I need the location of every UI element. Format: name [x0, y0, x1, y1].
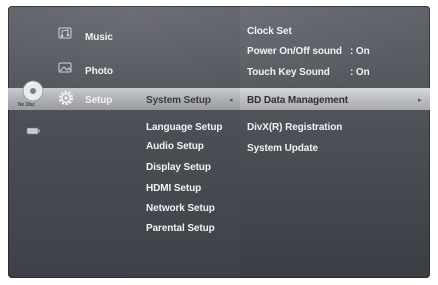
divx-registration-item[interactable]: DivX(R) Registration: [247, 122, 342, 133]
menu-item-music[interactable]: Music: [85, 32, 113, 43]
submenu-parental-setup[interactable]: Parental Setup: [146, 223, 215, 234]
submenu-system-setup[interactable]: System Setup: [146, 95, 211, 106]
system-update-item[interactable]: System Update: [247, 143, 318, 154]
clock-set-item[interactable]: Clock Set: [247, 26, 292, 37]
menu-item-setup[interactable]: Setup: [85, 95, 112, 106]
submenu-language-setup[interactable]: Language Setup: [146, 122, 222, 133]
submenu-hdmi-setup[interactable]: HDMI Setup: [146, 183, 201, 194]
touch-key-item[interactable]: Touch Key Sound: [247, 67, 330, 78]
power-sound-item[interactable]: Power On/Off sound: [247, 46, 342, 57]
right-arrow-icon: ▸: [418, 97, 422, 104]
menu-item-photo[interactable]: Photo: [85, 66, 113, 77]
left-arrow-icon: ◂: [229, 97, 233, 104]
gear-icon: [58, 90, 74, 106]
device-icon: [26, 127, 40, 135]
submenu-audio-setup[interactable]: Audio Setup: [146, 141, 204, 152]
bd-data-management-item[interactable]: BD Data Management: [247, 95, 348, 106]
submenu-network-setup[interactable]: Network Setup: [146, 203, 215, 214]
music-icon: [58, 27, 72, 39]
submenu-display-setup[interactable]: Display Setup: [146, 162, 211, 173]
screen: Music Photo Setup No Disc System Setup ◂…: [8, 6, 430, 278]
touch-key-value: : On: [350, 67, 370, 78]
power-sound-value: : On: [350, 46, 370, 57]
photo-icon: [58, 62, 72, 73]
disc-label: No Disc: [18, 102, 35, 108]
disc-icon: [22, 80, 44, 102]
